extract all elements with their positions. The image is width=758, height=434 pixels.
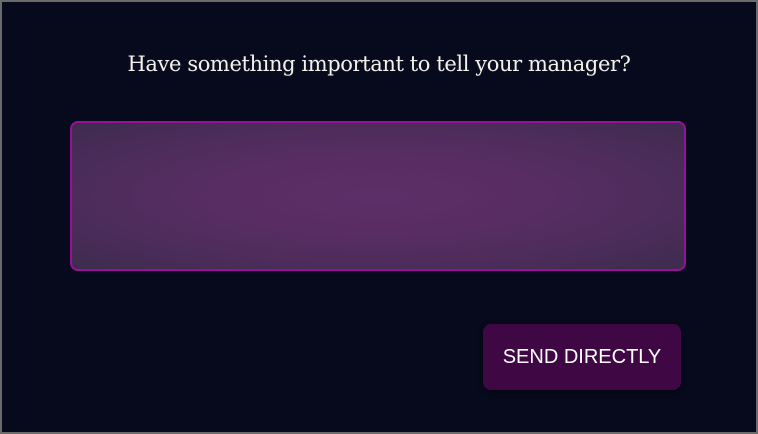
send-directly-button[interactable]: SEND DIRECTLY	[483, 324, 681, 390]
prompt-heading: Have something important to tell your ma…	[127, 52, 631, 76]
message-textarea[interactable]	[70, 121, 686, 271]
